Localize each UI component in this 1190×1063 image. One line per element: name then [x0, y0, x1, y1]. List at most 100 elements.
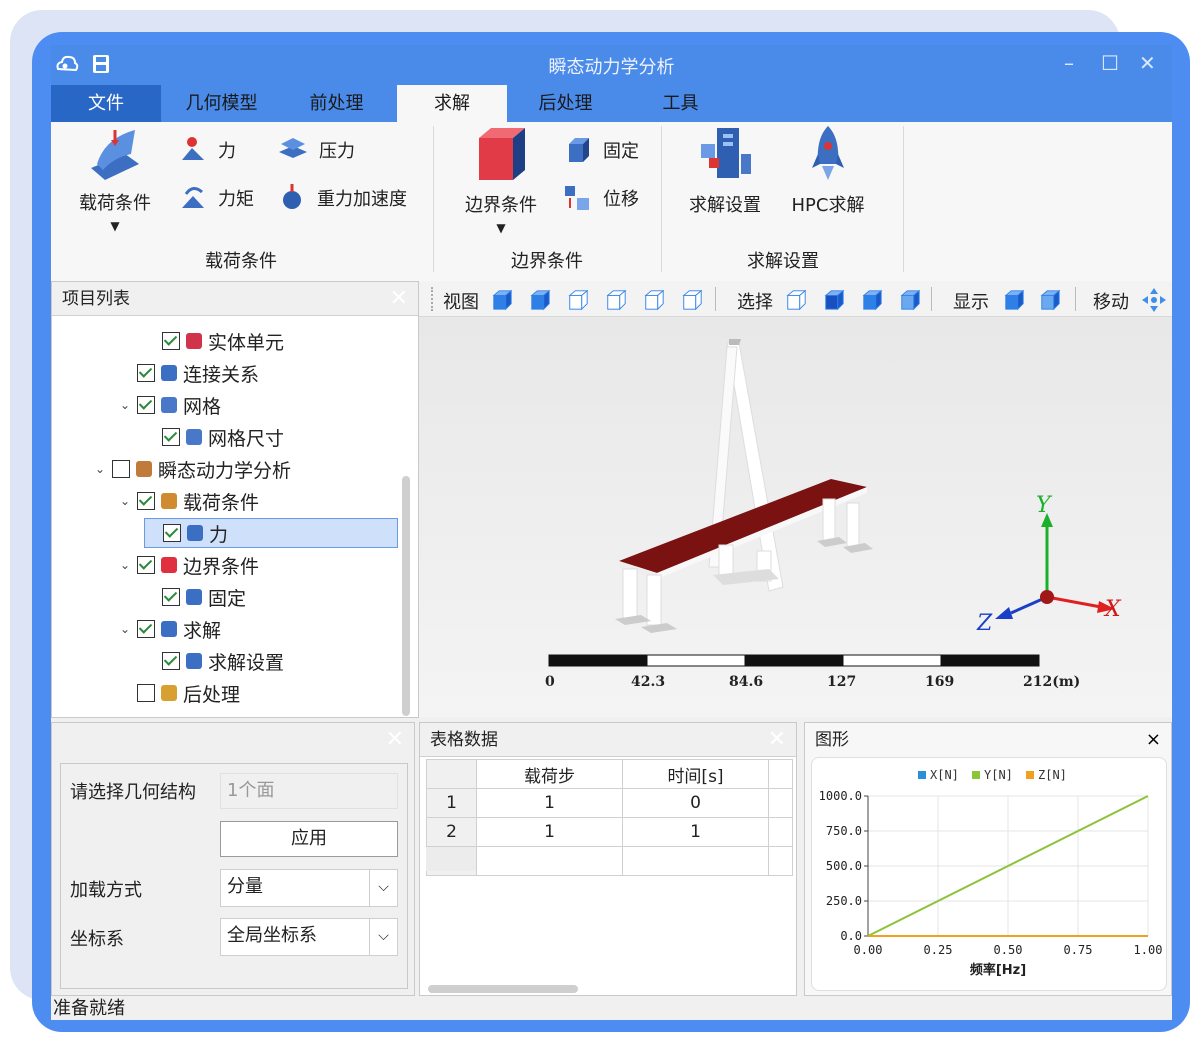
title-bar: 瞬态动力学分析 – ☐ ✕ — [51, 45, 1172, 85]
moment-button[interactable]: 力矩 — [178, 184, 254, 212]
tree-checkbox[interactable] — [137, 620, 155, 638]
tree-item[interactable]: 连接关系 — [119, 358, 259, 388]
tree-checkbox[interactable] — [162, 332, 180, 350]
select-face-icon[interactable] — [861, 289, 883, 311]
cell-empty[interactable] — [768, 788, 793, 818]
view-front-icon[interactable] — [491, 289, 513, 311]
select-mesh-icon[interactable] — [899, 289, 921, 311]
view-right-icon[interactable] — [605, 289, 627, 311]
cell-step[interactable] — [476, 846, 623, 876]
close-icon[interactable]: ✕ — [390, 282, 408, 316]
project-panel: 项目列表 ✕ 实体单元 连接关系 ⌄ 网格 网格尺寸 ⌄ 瞬态动力学分析 ⌄ 载荷条件力 ⌄ 边界条… — [51, 281, 419, 718]
tree-checkbox[interactable] — [137, 396, 155, 414]
expand-arrow-icon[interactable]: ⌄ — [94, 462, 106, 476]
table-panel-header: 表格数据 ✕ — [420, 723, 796, 757]
select-solid-icon[interactable] — [823, 289, 845, 311]
display-solid-icon[interactable] — [1003, 289, 1025, 311]
tree-checkbox[interactable] — [162, 428, 180, 446]
tree-checkbox[interactable] — [163, 524, 181, 542]
table-row[interactable]: 110 — [426, 788, 793, 818]
table-row[interactable]: 211 — [426, 817, 793, 847]
cell-step[interactable]: 1 — [476, 788, 623, 818]
scale-bar-segment — [548, 654, 648, 667]
legend-label: X[N] — [930, 768, 959, 782]
cell-empty[interactable] — [768, 817, 793, 847]
3d-viewport[interactable]: Y X Z 0 42.3 84.6 127 169 212(m) — [419, 317, 1172, 717]
move-icon[interactable] — [1141, 287, 1167, 313]
tree-item[interactable]: ⌄ 求解 — [119, 614, 221, 644]
solve-settings-button[interactable]: 求解设置 — [679, 124, 771, 217]
select-vertex-icon[interactable] — [785, 289, 807, 311]
close-icon[interactable]: × — [1146, 723, 1161, 757]
tree-item[interactable]: ⌄ 瞬态动力学分析 — [94, 454, 291, 484]
cell-time[interactable]: 1 — [622, 817, 769, 847]
view-bottom-icon[interactable] — [681, 289, 703, 311]
gravity-button[interactable]: 重力加速度 — [277, 184, 407, 212]
tree-scrollbar[interactable] — [402, 476, 410, 716]
view-left-icon[interactable] — [567, 289, 589, 311]
close-icon[interactable]: ✕ — [386, 723, 404, 757]
tree-item[interactable]: ⌄ 网格 — [119, 390, 221, 420]
table-hscrollbar[interactable] — [428, 985, 578, 993]
expand-arrow-icon[interactable]: ⌄ — [119, 558, 131, 572]
apply-button[interactable]: 应用 — [220, 821, 398, 857]
maximize-button[interactable]: ☐ — [1101, 51, 1119, 75]
column-header-time[interactable]: 时间[s] — [622, 759, 769, 789]
tree-checkbox[interactable] — [162, 652, 180, 670]
coordinate-system-select[interactable]: 全局坐标系 ⌵ — [220, 918, 398, 956]
tree-item[interactable]: 固定 — [144, 582, 246, 612]
chevron-down-icon[interactable]: ⌵ — [369, 870, 397, 906]
cell-time[interactable] — [622, 846, 769, 876]
close-window-button[interactable]: ✕ — [1139, 51, 1156, 75]
tab-tools[interactable]: 工具 — [628, 85, 733, 122]
app-window: 瞬态动力学分析 – ☐ ✕ 文件 几何模型 前处理 求解 后处理 工具 载荷条件… — [51, 45, 1172, 1020]
cell-step[interactable]: 1 — [476, 817, 623, 847]
tree-checkbox[interactable] — [162, 588, 180, 606]
boundary-conditions-button[interactable]: 边界条件 ▼ — [455, 124, 547, 235]
tree-checkbox[interactable] — [137, 492, 155, 510]
load-conditions-button[interactable]: 载荷条件 ▼ — [73, 124, 157, 233]
expand-arrow-icon[interactable]: ⌄ — [119, 398, 131, 412]
dropdown-arrow-icon[interactable]: ▼ — [73, 219, 157, 233]
chevron-down-icon[interactable]: ⌵ — [369, 919, 397, 955]
pressure-button[interactable]: 压力 — [277, 136, 355, 164]
expand-arrow-icon[interactable]: ⌄ — [119, 494, 131, 508]
tree-checkbox[interactable] — [137, 556, 155, 574]
tab-solve[interactable]: 求解 — [397, 85, 507, 122]
rocket-icon — [812, 126, 844, 180]
cell-time[interactable]: 0 — [622, 788, 769, 818]
tab-postprocess[interactable]: 后处理 — [513, 85, 618, 122]
x-tick-label: 0.25 — [924, 943, 953, 957]
tree-item[interactable]: ⌄ 边界条件 — [119, 550, 259, 580]
display-mesh-icon[interactable] — [1039, 289, 1061, 311]
column-header-step[interactable]: 载荷步 — [476, 759, 623, 789]
hpc-solve-label: HPC求解 — [791, 195, 865, 216]
tree-checkbox[interactable] — [137, 684, 155, 702]
tree-item[interactable]: 后处理 — [119, 678, 240, 708]
fixed-button[interactable]: 固定 — [563, 136, 639, 164]
tree-item[interactable]: 力 — [144, 518, 398, 548]
minimize-button[interactable]: – — [1064, 51, 1074, 75]
dropdown-arrow-icon[interactable]: ▼ — [455, 221, 547, 235]
tree-item[interactable]: 网格尺寸 — [144, 422, 284, 452]
tab-file[interactable]: 文件 — [51, 85, 161, 122]
tab-preprocess[interactable]: 前处理 — [284, 85, 389, 122]
view-top-icon[interactable] — [643, 289, 665, 311]
cell-empty[interactable] — [768, 846, 793, 876]
force-button[interactable]: 力 — [178, 136, 236, 164]
expand-arrow-icon[interactable]: ⌄ — [119, 622, 131, 636]
select-geometry-field[interactable]: 1个面 — [220, 773, 398, 809]
hpc-solve-button[interactable]: HPC求解 — [785, 124, 871, 217]
tree-checkbox[interactable] — [137, 364, 155, 382]
tree-item[interactable]: ⌄ 载荷条件 — [119, 486, 259, 516]
close-icon[interactable]: ✕ — [768, 723, 786, 757]
tree-item[interactable]: 实体单元 — [144, 326, 284, 356]
table-row[interactable]: 3 — [426, 846, 793, 876]
load-method-select[interactable]: 分量 ⌵ — [220, 869, 398, 907]
tree-checkbox[interactable] — [112, 460, 130, 478]
tree-item[interactable]: 求解设置 — [144, 646, 284, 676]
displacement-button[interactable]: 位移 — [563, 184, 639, 212]
load-method-value: 分量 — [227, 876, 263, 897]
view-back-icon[interactable] — [529, 289, 551, 311]
tab-geometry[interactable]: 几何模型 — [169, 85, 274, 122]
